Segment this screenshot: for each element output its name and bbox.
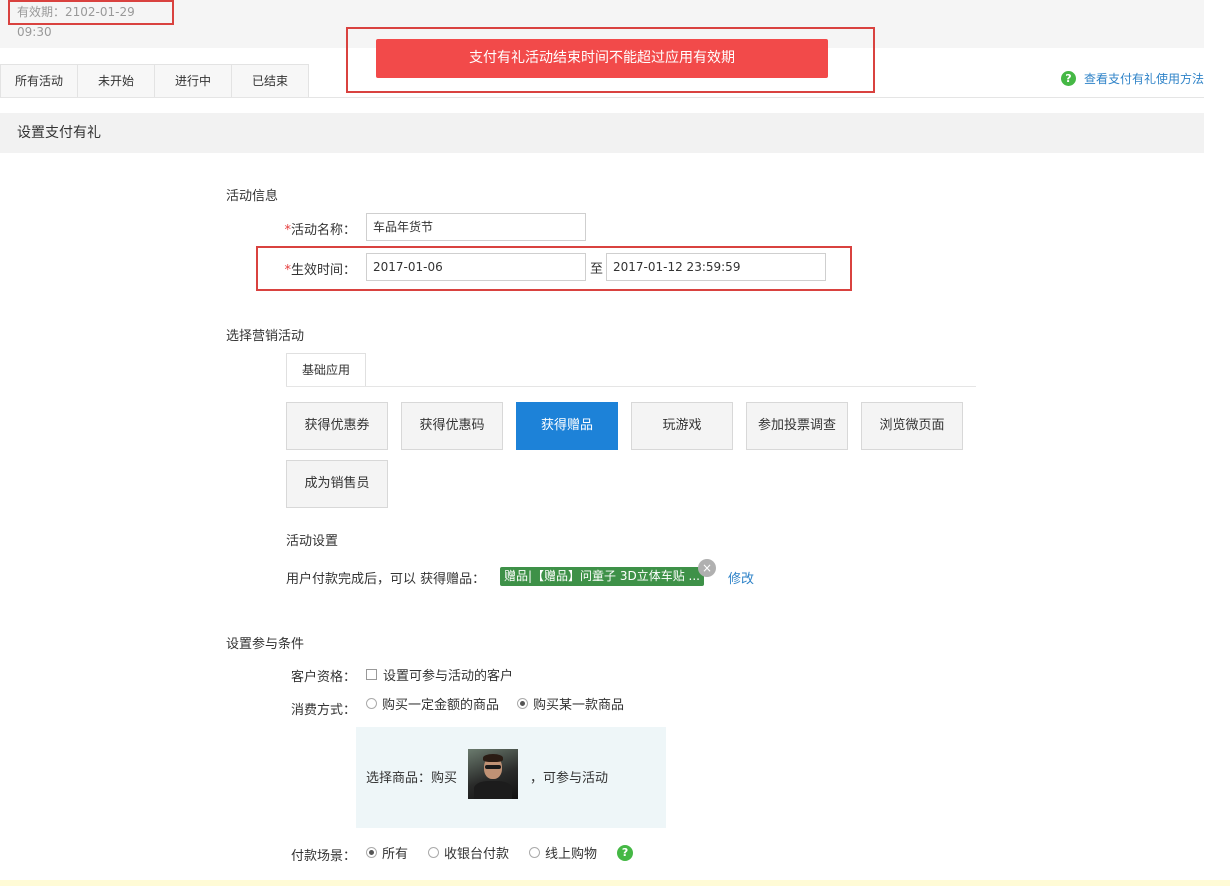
consume-option-amount-label: 购买一定金额的商品 — [382, 698, 500, 713]
tab-divider — [0, 97, 1204, 98]
activity-name-label: *活动名称： — [270, 219, 356, 238]
modify-link[interactable]: 修改 — [728, 568, 754, 587]
effective-time-label: *生效时间： — [270, 259, 356, 278]
browse-page-button[interactable]: 浏览微页面 — [861, 402, 963, 450]
effective-time-label-text: 生效时间： — [290, 263, 356, 278]
consume-method-options: 购买一定金额的商品 购买某一款商品 — [366, 694, 624, 713]
question-icon: ? — [1061, 71, 1076, 86]
help-link-label: 查看支付有礼使用方法 — [1084, 72, 1205, 86]
date-separator: 至 — [590, 262, 604, 277]
conditions-heading: 设置参与条件 — [226, 637, 305, 652]
tab-not-started[interactable]: 未开始 — [77, 64, 155, 97]
tab-in-progress[interactable]: 进行中 — [154, 64, 232, 97]
become-seller-button[interactable]: 成为销售员 — [286, 460, 388, 508]
game-button[interactable]: 玩游戏 — [631, 402, 733, 450]
close-icon[interactable]: × — [698, 559, 716, 577]
bottom-strip — [0, 880, 1230, 886]
activity-settings-heading: 活动设置 — [286, 534, 339, 549]
customer-eligibility-label: 客户资格： — [290, 670, 356, 685]
vote-survey-button[interactable]: 参加投票调查 — [746, 402, 848, 450]
validity-text: 有效期：2102-01-29 09:30 — [8, 0, 174, 39]
activity-info-heading: 活动信息 — [226, 189, 279, 204]
coupon-button[interactable]: 获得优惠券 — [286, 402, 388, 450]
product-suffix-text: ，可参与活动 — [530, 771, 609, 786]
customer-checkbox[interactable] — [366, 669, 377, 680]
payment-option-all-label: 所有 — [382, 847, 409, 862]
activity-name-label-text: 活动名称： — [290, 223, 356, 238]
consume-method-label: 消费方式： — [290, 703, 356, 718]
help-link[interactable]: ? 查看支付有礼使用方法 — [1061, 70, 1204, 87]
payment-radio-online[interactable] — [529, 847, 541, 858]
gift-button[interactable]: 获得赠品 — [516, 402, 618, 450]
tab-all[interactable]: 所有活动 — [0, 64, 78, 97]
payment-radio-cashier[interactable] — [428, 847, 440, 858]
payment-scene-options: 所有 收银台付款 线上购物 ? — [366, 843, 641, 862]
subtab-divider — [286, 386, 976, 387]
customer-checkbox-label: 设置可参与活动的客户 — [383, 669, 514, 684]
marketing-heading: 选择营销活动 — [226, 329, 305, 344]
promo-code-button[interactable]: 获得优惠码 — [401, 402, 503, 450]
product-prefix-text: 选择商品：购买 — [366, 771, 458, 786]
payment-option-online-label: 线上购物 — [545, 847, 598, 862]
tab-ended[interactable]: 已结束 — [231, 64, 309, 97]
activity-tabs: 所有活动 未开始 进行中 已结束 — [0, 64, 309, 98]
consume-radio-amount[interactable] — [366, 698, 377, 709]
gift-tag: 赠品|【赠品】问童子 3D立体车贴 ... — [500, 567, 704, 586]
section-title: 设置支付有礼 — [0, 113, 1204, 153]
error-alert: 支付有礼活动结束时间不能超过应用有效期 — [376, 39, 828, 78]
consume-option-product-label: 购买某一款商品 — [533, 698, 625, 713]
end-date-input[interactable]: 2017-01-12 23:59:59 — [606, 253, 826, 281]
question-icon[interactable]: ? — [617, 844, 634, 861]
payment-option-cashier-label: 收银台付款 — [444, 847, 510, 862]
tab-basic-apps[interactable]: 基础应用 — [286, 353, 366, 387]
activity-name-input[interactable]: 车品年货节 — [366, 213, 586, 241]
consume-radio-product[interactable] — [517, 698, 529, 709]
payment-scene-label: 付款场景： — [290, 849, 356, 864]
gift-setting-text: 用户付款完成后，可以 获得赠品： — [286, 572, 486, 587]
product-thumbnail[interactable] — [468, 749, 518, 799]
start-date-input[interactable]: 2017-01-06 — [366, 253, 586, 281]
payment-radio-all[interactable] — [366, 847, 377, 858]
customer-eligibility-option[interactable]: 设置可参与活动的客户 — [366, 665, 513, 684]
